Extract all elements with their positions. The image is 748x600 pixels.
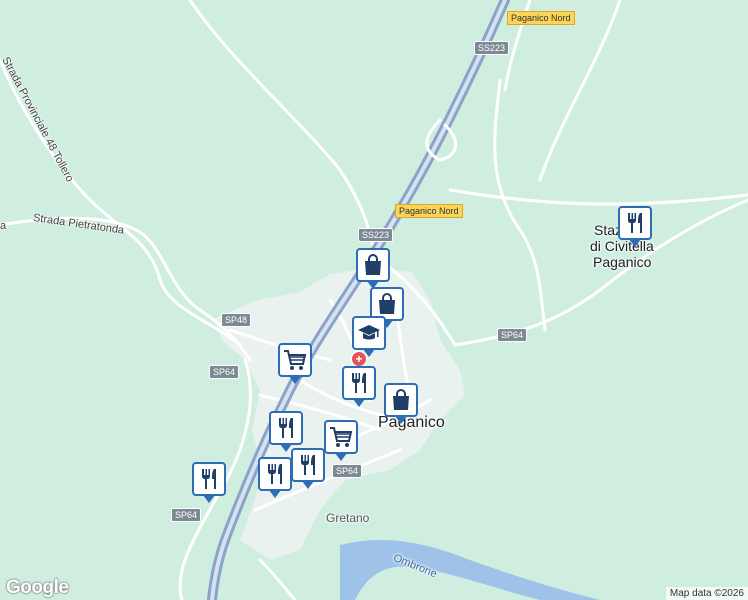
poi-pin-restaurant[interactable] — [258, 457, 292, 498]
route-shield-ss223: SS223 — [358, 228, 394, 242]
place-label-gretano[interactable]: Gretano — [326, 511, 369, 525]
route-shield-sp64: SP64 — [171, 508, 202, 522]
road-label-fragment: a — [0, 220, 7, 232]
poi-pin-shopping[interactable] — [356, 248, 390, 289]
shopping-cart-icon — [284, 350, 307, 370]
restaurant-icon — [202, 469, 216, 489]
poi-pin-restaurant[interactable] — [618, 206, 652, 247]
shopping-bag-icon — [393, 389, 409, 410]
route-shield-sp48: SP48 — [221, 313, 252, 327]
exit-label-paganico-nord: Paganico Nord — [395, 204, 463, 218]
shopping-bag-icon — [379, 293, 395, 314]
route-shield-sp64: SP64 — [497, 328, 528, 342]
route-shield-sp64: SP64 — [209, 365, 240, 379]
restaurant-icon — [268, 464, 282, 484]
poi-pin-supermarket[interactable] — [324, 420, 358, 461]
route-shield-ss223: SS223 — [474, 41, 510, 55]
poi-pin-restaurant[interactable] — [192, 462, 226, 503]
poi-pin-restaurant[interactable] — [342, 366, 376, 407]
restaurant-icon — [279, 418, 293, 438]
exit-label-paganico-nord: Paganico Nord — [507, 11, 575, 25]
map-attribution[interactable]: Map data ©2026 — [665, 587, 748, 600]
restaurant-icon — [301, 455, 315, 475]
place-label-stazione-line3[interactable]: Paganico — [593, 254, 651, 270]
place-label-stazione-line2[interactable]: di Civitella — [590, 238, 654, 254]
poi-pin-restaurant[interactable] — [269, 411, 303, 452]
restaurant-icon — [628, 213, 642, 233]
restaurant-icon — [352, 373, 366, 393]
shopping-bag-icon — [365, 254, 381, 275]
shopping-cart-icon — [330, 427, 353, 447]
poi-pin-shopping[interactable] — [384, 383, 418, 424]
route-shield-sp64: SP64 — [332, 464, 363, 478]
school-icon — [358, 325, 380, 340]
poi-pin-supermarket[interactable] — [278, 343, 312, 384]
poi-pin-restaurant[interactable] — [291, 448, 325, 489]
google-logo[interactable]: Google — [6, 577, 69, 599]
poi-pin-school[interactable] — [352, 316, 386, 357]
